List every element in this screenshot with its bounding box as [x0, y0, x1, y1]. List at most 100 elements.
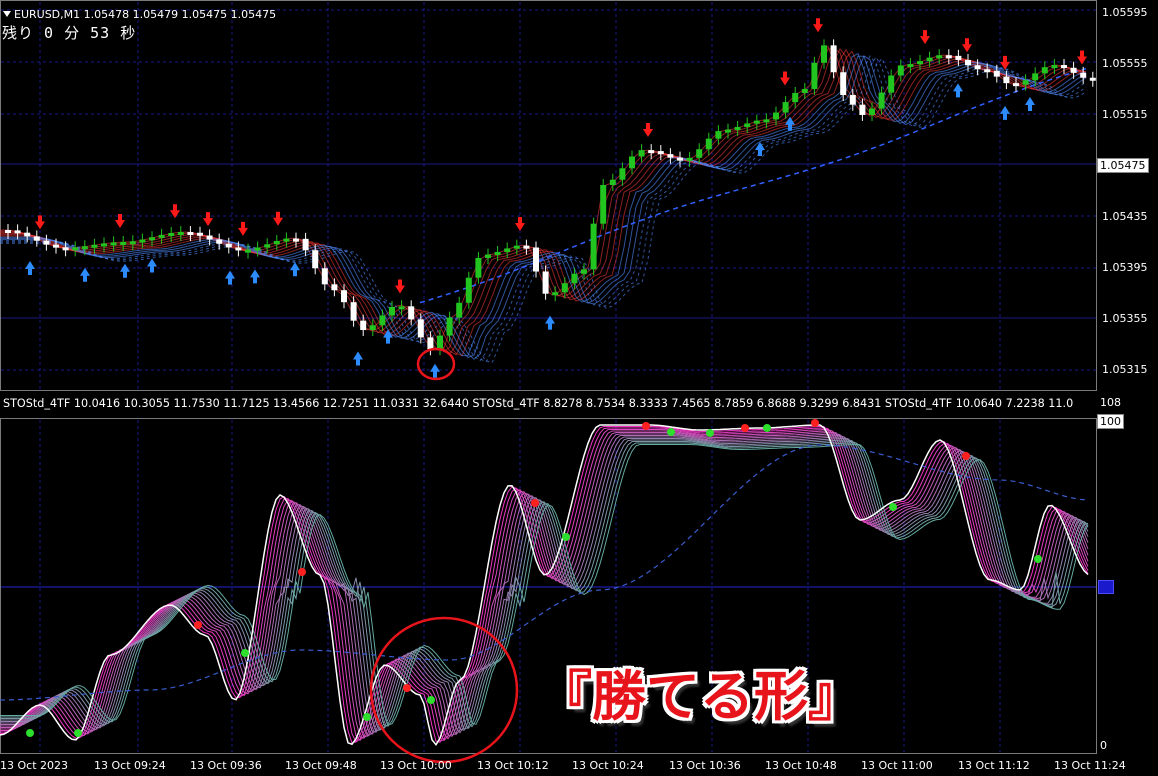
- candle-body: [667, 154, 674, 158]
- candle-body: [984, 69, 991, 73]
- candle-body: [5, 230, 11, 233]
- candle-body: [801, 88, 808, 93]
- buy-arrow-icon: [430, 363, 440, 378]
- buy-dot-icon: [241, 649, 249, 657]
- time-label-6: 13 Oct 10:24: [572, 759, 644, 772]
- candle-body: [1041, 67, 1048, 74]
- candle-body: [485, 254, 491, 258]
- time-label-8: 13 Oct 10:48: [765, 759, 837, 772]
- time-label-5: 13 Oct 10:12: [477, 759, 549, 772]
- ma-ribbon: [0, 45, 1087, 349]
- candle-body: [293, 238, 299, 242]
- sell-arrow-icon: [203, 212, 213, 227]
- sell-arrow-icon: [515, 217, 525, 231]
- candle-body: [427, 337, 434, 350]
- candle-body: [888, 75, 895, 93]
- sell-dot-icon: [403, 684, 411, 692]
- candle-body: [475, 257, 482, 278]
- candle-body: [331, 284, 338, 291]
- candle-body: [725, 129, 731, 133]
- candle-body: [62, 247, 69, 251]
- time-label-9: 13 Oct 11:00: [861, 759, 933, 772]
- indicator-axis-top: 108: [1100, 396, 1121, 409]
- price-tick-1: 1.05555: [1102, 57, 1148, 70]
- candle-body: [360, 320, 367, 330]
- candle-body: [321, 268, 328, 285]
- candle-body: [763, 119, 770, 123]
- buy-arrow-icon: [120, 263, 130, 278]
- buy-dot-icon: [706, 429, 714, 437]
- menu-triangle-icon[interactable]: [3, 11, 11, 17]
- candle-body: [494, 251, 501, 255]
- candle-body: [235, 247, 242, 251]
- candle-body: [91, 244, 98, 248]
- buy-dot-icon: [889, 503, 897, 511]
- sell-dot-icon: [811, 419, 819, 427]
- candle-body: [677, 157, 683, 161]
- candle-body: [917, 61, 923, 65]
- time-label-10: 13 Oct 11:12: [958, 759, 1030, 772]
- sell-dot-icon: [962, 452, 970, 460]
- sell-arrow-icon: [395, 279, 405, 294]
- sell-arrow-icon: [643, 123, 653, 138]
- candle-body: [149, 237, 155, 241]
- time-label-0: 13 Oct 2023: [0, 759, 69, 772]
- candle-body: [945, 55, 952, 59]
- candle-body: [619, 168, 626, 180]
- buy-arrow-icon: [147, 258, 157, 273]
- candle-body: [993, 70, 1000, 77]
- candle-body: [158, 234, 165, 238]
- chart-window[interactable]: EURUSD,M1 1.05478 1.05479 1.05475 1.0547…: [0, 0, 1158, 776]
- candle-body: [139, 239, 146, 243]
- candle-body: [53, 244, 59, 248]
- sell-dot-icon: [531, 499, 539, 507]
- candle-body: [936, 55, 943, 59]
- symbol-info: EURUSD,M1 1.05478 1.05479 1.05475 1.0547…: [14, 8, 277, 21]
- candle-body: [734, 126, 741, 130]
- price-tick-7: 1.05315: [1102, 363, 1148, 376]
- price-tick-6: 1.05355: [1102, 312, 1148, 325]
- candle-body: [1080, 72, 1087, 78]
- candle-body: [581, 269, 587, 274]
- candle-body: [24, 232, 31, 237]
- candle-body: [504, 248, 511, 252]
- candle-body: [101, 243, 107, 247]
- candle-body: [81, 246, 88, 250]
- candle-body: [465, 277, 472, 303]
- candle-body: [341, 290, 347, 303]
- candle-body: [1032, 73, 1039, 81]
- candle-body: [398, 306, 405, 310]
- price-tick-5: 1.05395: [1102, 261, 1148, 274]
- candle-body: [379, 315, 386, 326]
- candle-body: [369, 325, 376, 330]
- candle-body: [43, 240, 50, 245]
- candle-body: [926, 57, 933, 62]
- buy-dot-icon: [74, 729, 82, 737]
- candle-body: [686, 157, 693, 161]
- candle-body: [782, 102, 789, 113]
- candle-body: [14, 230, 21, 234]
- candle-body: [533, 247, 539, 272]
- candle-body: [302, 238, 309, 251]
- candle-body: [216, 239, 223, 244]
- sell-arrow-icon: [962, 38, 972, 53]
- candle-body: [773, 112, 779, 120]
- buy-arrow-icon: [353, 351, 363, 366]
- candle-body: [206, 235, 213, 240]
- candle-body: [907, 64, 914, 68]
- sell-arrow-icon: [920, 30, 930, 45]
- candle-body: [744, 123, 751, 127]
- candle-body: [129, 241, 136, 245]
- candle-body: [33, 236, 40, 241]
- candle-body: [177, 232, 184, 236]
- time-label-1: 13 Oct 09:24: [94, 759, 166, 772]
- buy-arrow-icon: [383, 329, 393, 344]
- ma-ribbon: [0, 52, 1087, 357]
- candle-body: [1089, 77, 1096, 81]
- candle-body: [869, 108, 875, 115]
- buy-arrow-icon: [225, 270, 235, 285]
- price-tick-0: 1.05595: [1102, 6, 1148, 19]
- sell-dot-icon: [741, 424, 749, 432]
- buy-dot-icon: [763, 424, 771, 432]
- buy-arrow-icon: [1000, 105, 1010, 120]
